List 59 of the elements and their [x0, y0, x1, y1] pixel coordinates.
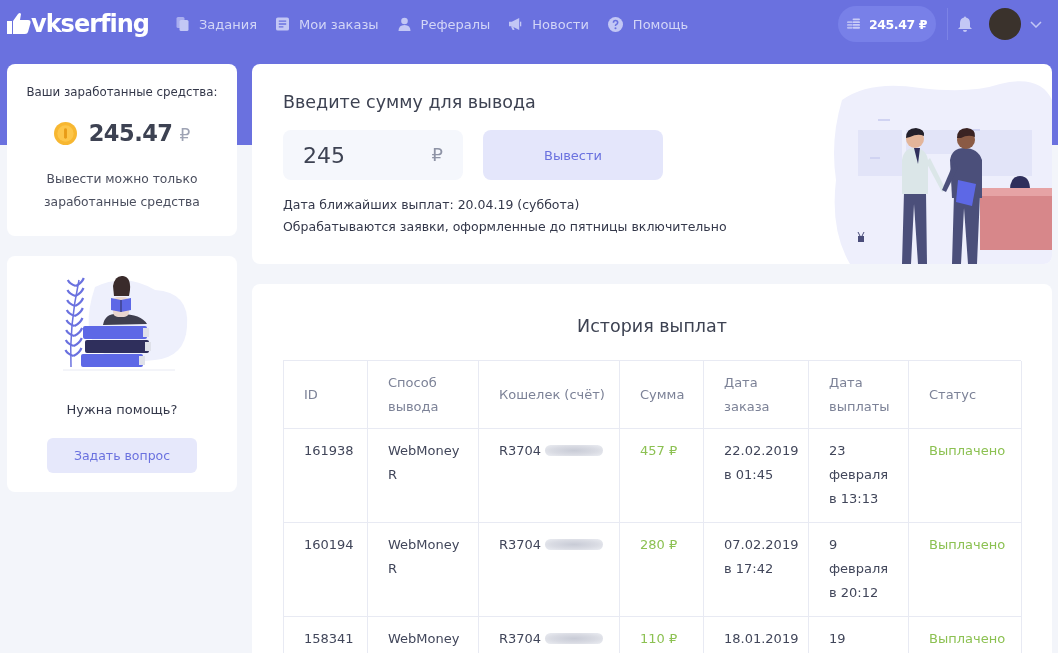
- wallet-number: R3704: [499, 631, 542, 646]
- payout-date: 23 февраля в 13:13: [829, 443, 889, 506]
- currency-sign: ₽: [431, 144, 443, 166]
- coin-icon: [53, 121, 77, 145]
- history-title: История выплат: [577, 315, 727, 338]
- withdrawal-method: WebMoney R: [388, 537, 460, 576]
- thumbs-up-icon: [7, 12, 31, 34]
- column-header: Сумма: [640, 385, 685, 404]
- balance-title: Ваши заработанные средства:: [26, 84, 218, 101]
- payment-status: Выплачено: [929, 631, 1006, 646]
- help-title: Нужна помощь?: [66, 401, 178, 419]
- payment-status: Выплачено: [929, 537, 1006, 552]
- payment-amount: 280 ₽: [640, 537, 678, 552]
- payment-amount: 457 ₽: [640, 443, 678, 458]
- column-header: ID: [304, 385, 318, 404]
- wallet-number: R3704: [499, 443, 542, 458]
- order-date: 22.02.2019 в 01:45: [724, 443, 799, 482]
- balance-amount: 245.47: [88, 120, 173, 146]
- payment-amount: 110 ₽: [640, 631, 678, 646]
- column-header: Дата заказа: [724, 373, 771, 416]
- order-date: 07.02.2019 в 17:42: [724, 537, 799, 576]
- balance-pill[interactable]: 245.47 ₽: [837, 6, 936, 42]
- help-icon: [607, 16, 623, 32]
- ask-question-button[interactable]: Задать вопрос: [47, 438, 197, 473]
- document-icon: [275, 17, 289, 31]
- copy-icon: [175, 17, 189, 31]
- megaphone-icon: [509, 17, 523, 31]
- chevron-down-icon[interactable]: [1030, 20, 1042, 28]
- currency-sign: ₽: [179, 125, 191, 145]
- nav-link[interactable]: Новости: [509, 16, 589, 32]
- info-text: Обрабатываются заявки, оформленные до пятницы включительно: [283, 218, 727, 236]
- nav-link[interactable]: Рефералы: [397, 16, 491, 32]
- column-header: Статус: [929, 385, 977, 404]
- column-header: Кошелек (счёт): [499, 385, 605, 404]
- logo-text[interactable]: vkserfing: [31, 9, 149, 39]
- balance-amount: 245.47 ₽: [868, 16, 927, 32]
- nav-link[interactable]: Помощь: [607, 16, 689, 32]
- avatar-placeholder[interactable]: [989, 8, 1021, 40]
- withdrawal-method: WebMoney: [388, 631, 460, 646]
- order-date: 18.01.2019: [724, 631, 799, 646]
- balance-note: Вывести можно только заработанные средства: [43, 171, 201, 211]
- payout-date: 19: [829, 631, 846, 646]
- column-header: Способ вывода: [388, 373, 440, 416]
- bell-icon[interactable]: [958, 16, 972, 32]
- info-text: Дата ближайших выплат: 20.04.19 (суббота): [283, 196, 580, 214]
- nav-link[interactable]: Задания: [175, 16, 257, 32]
- payout-date: 9 февраля в 20:12: [829, 537, 889, 600]
- payment-id: 158341: [304, 631, 354, 646]
- payment-status: Выплачено: [929, 443, 1006, 458]
- wallet-number: R3704: [499, 537, 542, 552]
- user-icon: [397, 17, 411, 31]
- nav-link[interactable]: Мои заказы: [275, 16, 379, 32]
- withdraw-button[interactable]: Вывести: [483, 130, 663, 180]
- withdraw-title: Введите сумму для вывода: [283, 91, 536, 114]
- payment-id: 161938: [304, 443, 354, 458]
- withdrawal-method: WebMoney R: [388, 443, 460, 482]
- payment-id: 160194: [304, 537, 354, 552]
- column-header: Дата выплаты: [829, 373, 890, 416]
- coins-icon: [846, 18, 860, 30]
